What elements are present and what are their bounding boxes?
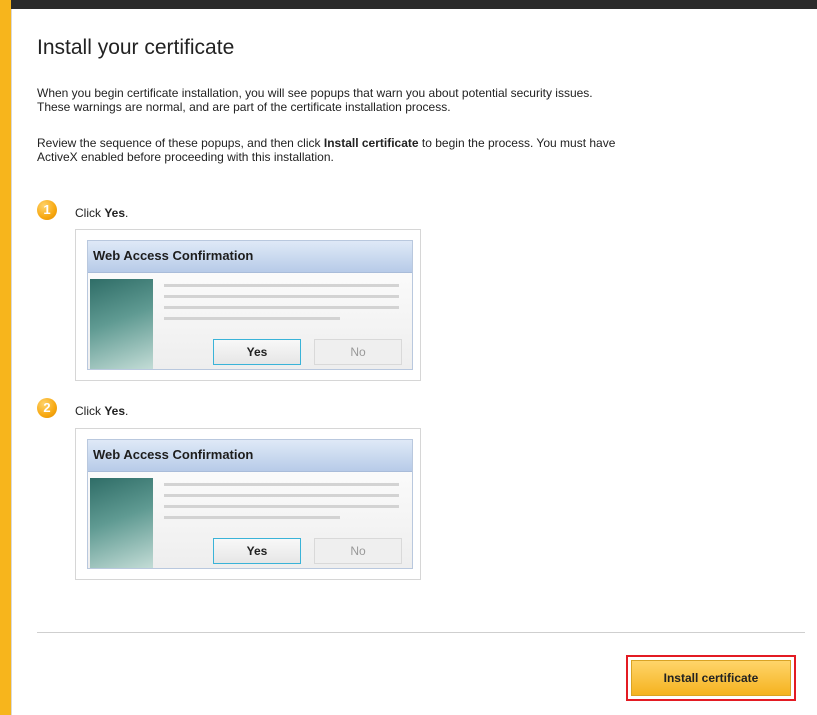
step-2-dialog-title: Web Access Confirmation: [88, 440, 412, 472]
step-1-dialog-image: [90, 279, 153, 369]
instructions-paragraph: Review the sequence of these popups, and…: [37, 136, 767, 164]
footer-divider: [37, 632, 805, 633]
instructions-text: Review the sequence of these popups, and…: [37, 136, 324, 150]
instructions-text-after: to begin the process. You must have: [418, 136, 616, 150]
step-1-bold: Yes: [104, 206, 126, 220]
step-2-badge: 2: [37, 398, 57, 418]
placeholder-line: [164, 317, 340, 320]
intro-line-1: When you begin certificate installation,…: [37, 86, 593, 100]
step-2-prefix: Click: [75, 404, 105, 418]
step-1-prefix: Click: [75, 206, 105, 220]
step-1-dialog-title: Web Access Confirmation: [88, 241, 412, 273]
placeholder-line: [164, 494, 399, 497]
install-certificate-button[interactable]: Install certificate: [631, 660, 791, 696]
step-1-suffix: .: [125, 206, 129, 220]
step-2-preview: Web Access Confirmation Yes No: [75, 428, 421, 580]
step-2-dialog-image: [90, 478, 153, 568]
placeholder-line: [164, 516, 340, 519]
step-2-dialog-mock: Web Access Confirmation Yes No: [87, 439, 413, 569]
intro-paragraph: When you begin certificate installation,…: [37, 86, 767, 114]
placeholder-line: [164, 295, 399, 298]
placeholder-line: [164, 483, 399, 486]
instructions-line-2: ActiveX enabled before proceeding with t…: [37, 150, 334, 164]
page-title: Install your certificate: [37, 36, 235, 59]
placeholder-line: [164, 505, 399, 508]
intro-line-2: These warnings are normal, and are part …: [37, 100, 451, 114]
step-1-no-button-mock: No: [314, 339, 402, 365]
placeholder-line: [164, 306, 399, 309]
step-1-dialog-mock: Web Access Confirmation Yes No: [87, 240, 413, 370]
step-2-suffix: .: [125, 404, 129, 418]
step-2-yes-button-mock: Yes: [213, 538, 301, 564]
step-2-no-button-mock: No: [314, 538, 402, 564]
accent-border: [0, 0, 11, 715]
step-2-bold: Yes: [104, 404, 126, 418]
step-1-badge: 1: [37, 200, 57, 220]
border-divider: [11, 9, 12, 715]
instructions-bold: Install certificate: [323, 136, 419, 150]
step-1-instruction: Click Yes.: [75, 206, 128, 220]
install-certificate-panel: Install your certificate When you begin …: [0, 0, 817, 715]
step-1-yes-button-mock: Yes: [213, 339, 301, 365]
step-1-preview: Web Access Confirmation Yes No: [75, 229, 421, 381]
top-bar: [0, 0, 817, 9]
placeholder-line: [164, 284, 399, 287]
step-2-instruction: Click Yes.: [75, 404, 128, 418]
